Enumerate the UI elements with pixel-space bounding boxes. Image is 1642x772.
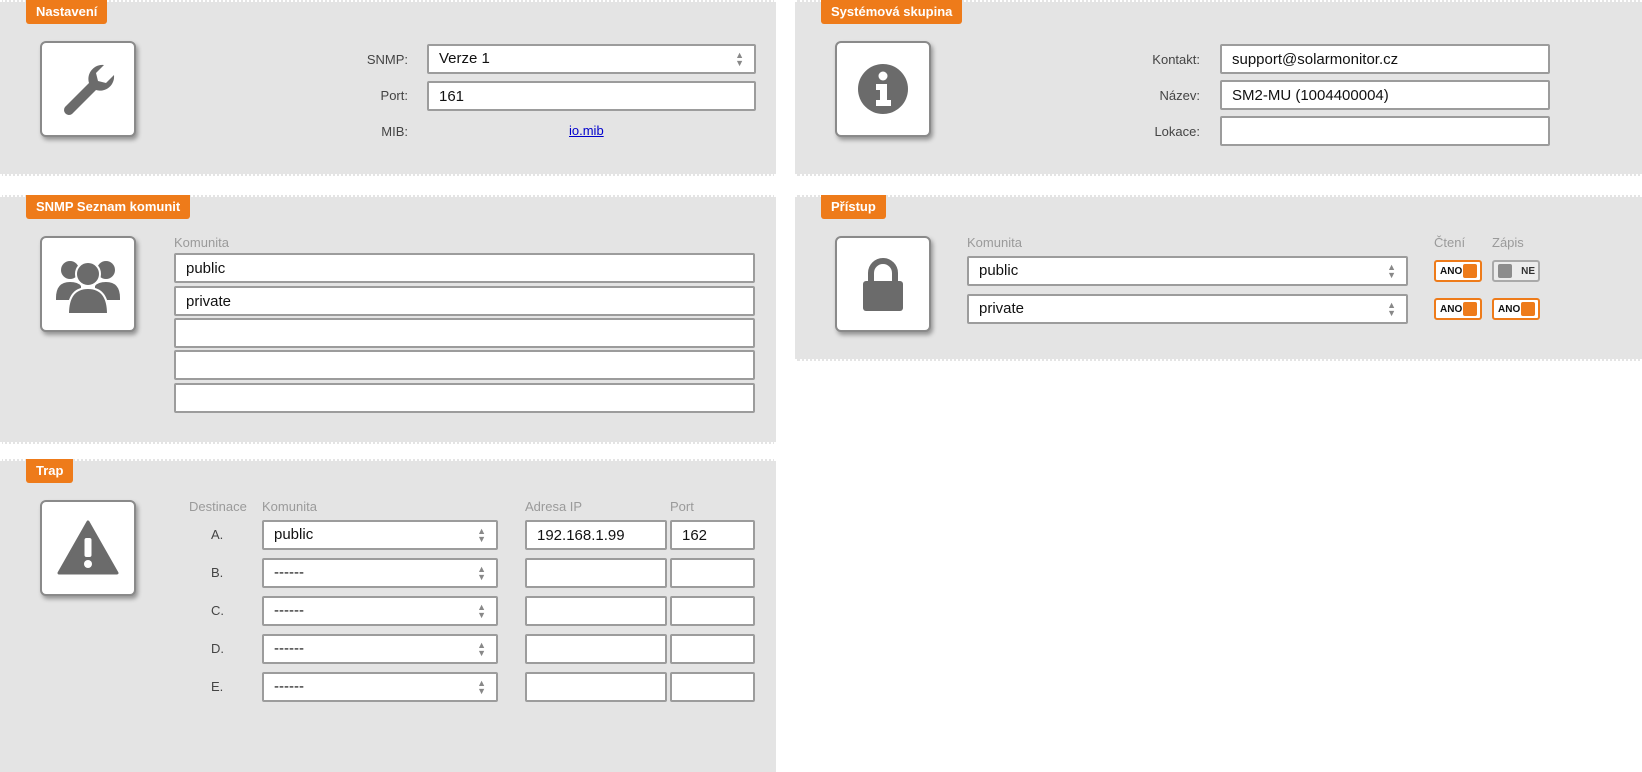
access-community-value: private — [979, 300, 1025, 317]
access-community-value: public — [979, 262, 1019, 279]
trap-ip-input-b[interactable] — [525, 558, 667, 588]
toggle-knob — [1498, 264, 1512, 278]
trap-community-value: ------ — [274, 602, 304, 619]
select-arrows-icon: ▲ ▼ — [477, 640, 486, 658]
trap-port-input-a[interactable] — [670, 520, 755, 550]
trap-community-select-c[interactable]: ------ ▲ ▼ — [262, 596, 498, 626]
trap-ip-input-e[interactable] — [525, 672, 667, 702]
trap-port-input-e[interactable] — [670, 672, 755, 702]
users-icon — [56, 261, 120, 314]
trap-panel: Trap Destinace Komunita Adresa IP Port A… — [0, 459, 776, 772]
settings-panel: Nastavení SNMP: Verze 1 ▲▼ Port: MIB: io… — [0, 0, 776, 176]
system-group-title: Systémová skupina — [821, 0, 963, 24]
trap-community-header: Komunita — [262, 499, 317, 514]
mib-label: MIB: — [381, 124, 408, 139]
trap-port-input-d[interactable] — [670, 634, 755, 664]
toggle-knob — [1521, 302, 1535, 316]
trap-ip-header: Adresa IP — [525, 499, 583, 514]
community-input-2[interactable] — [174, 286, 755, 316]
snmp-version-select[interactable]: Verze 1 ▲ ▼ — [427, 44, 756, 74]
lock-icon — [863, 258, 903, 311]
snmp-label: SNMP: — [366, 52, 408, 67]
trap-port-input-c[interactable] — [670, 596, 755, 626]
trap-ip-input-c[interactable] — [525, 596, 667, 626]
community-input-5[interactable] — [174, 383, 755, 413]
select-arrows-icon: ▲ ▼ — [477, 678, 486, 696]
read-toggle-1[interactable]: ANO — [1434, 260, 1482, 282]
wrench-icon — [64, 64, 115, 115]
community-input-1[interactable] — [174, 253, 755, 283]
location-label: Lokace: — [1154, 124, 1200, 139]
select-arrows-icon: ▲ ▼ — [477, 526, 486, 544]
communities-icon-box — [40, 236, 136, 332]
location-input[interactable] — [1220, 116, 1550, 146]
toggle-label: NE — [1521, 265, 1535, 277]
toggle-knob — [1463, 302, 1477, 316]
toggle-label: ANO — [1440, 265, 1463, 277]
access-panel: Přístup Komunita Čtení Zápis public ▲ ▼ A… — [795, 195, 1642, 361]
name-label: Název: — [1159, 88, 1200, 103]
trap-community-value: public — [274, 526, 314, 543]
toggle-label: ANO — [1498, 303, 1521, 315]
select-arrows-icon: ▲ ▼ — [735, 50, 744, 68]
trap-port-input-b[interactable] — [670, 558, 755, 588]
access-community-header: Komunita — [967, 235, 1022, 250]
toggle-label: ANO — [1440, 303, 1463, 315]
select-arrows-icon: ▲ ▼ — [477, 602, 486, 620]
trap-destination-header: Destinace — [189, 499, 247, 514]
toggle-knob — [1463, 264, 1477, 278]
trap-community-select-a[interactable]: public ▲ ▼ — [262, 520, 498, 550]
trap-community-value: ------ — [274, 564, 304, 581]
community-column-header: Komunita — [174, 235, 229, 250]
trap-community-select-b[interactable]: ------ ▲ ▼ — [262, 558, 498, 588]
trap-community-select-d[interactable]: ------ ▲ ▼ — [262, 634, 498, 664]
select-arrows-icon: ▲ ▼ — [477, 564, 486, 582]
community-input-3[interactable] — [174, 318, 755, 348]
name-input[interactable] — [1220, 80, 1550, 110]
access-read-header: Čtení — [1434, 235, 1466, 250]
trap-community-select-e[interactable]: ------ ▲ ▼ — [262, 672, 498, 702]
mib-link[interactable]: io.mib — [569, 123, 604, 138]
contact-input[interactable] — [1220, 44, 1550, 74]
trap-port-header: Port — [670, 499, 694, 514]
info-icon — [858, 64, 908, 114]
settings-icon-box — [40, 41, 136, 137]
communities-panel: SNMP Seznam komunit Komunita — [0, 195, 776, 444]
trap-community-value: ------ — [274, 640, 304, 657]
write-toggle-1[interactable]: NE — [1492, 260, 1540, 282]
warning-icon — [57, 520, 119, 575]
trap-title: Trap — [26, 459, 74, 483]
select-arrows-icon: ▲ ▼ — [1387, 262, 1396, 280]
trap-dest-label: E. — [211, 679, 224, 694]
access-icon-box — [835, 236, 931, 332]
read-toggle-2[interactable]: ANO — [1434, 298, 1482, 320]
communities-title: SNMP Seznam komunit — [26, 195, 191, 219]
trap-ip-input-d[interactable] — [525, 634, 667, 664]
community-input-4[interactable] — [174, 350, 755, 380]
select-arrows-icon: ▲ ▼ — [1387, 300, 1396, 318]
settings-title: Nastavení — [26, 0, 108, 24]
access-title: Přístup — [821, 195, 886, 219]
trap-dest-label: C. — [211, 603, 224, 618]
port-label: Port: — [380, 88, 408, 103]
system-icon-box — [835, 41, 931, 137]
contact-label: Kontakt: — [1152, 52, 1200, 67]
trap-community-value: ------ — [274, 678, 304, 695]
write-toggle-2[interactable]: ANO — [1492, 298, 1540, 320]
trap-icon-box — [40, 500, 136, 596]
access-write-header: Zápis — [1492, 235, 1524, 250]
port-input[interactable] — [427, 81, 756, 111]
trap-dest-label: A. — [211, 527, 224, 542]
trap-ip-input-a[interactable] — [525, 520, 667, 550]
trap-dest-label: B. — [211, 565, 224, 580]
access-community-select-2[interactable]: private ▲ ▼ — [967, 294, 1408, 324]
snmp-version-value: Verze 1 — [439, 50, 490, 67]
trap-dest-label: D. — [211, 641, 224, 656]
system-group-panel: Systémová skupina Kontakt: Název: Lokace… — [795, 0, 1642, 176]
access-community-select-1[interactable]: public ▲ ▼ — [967, 256, 1408, 286]
